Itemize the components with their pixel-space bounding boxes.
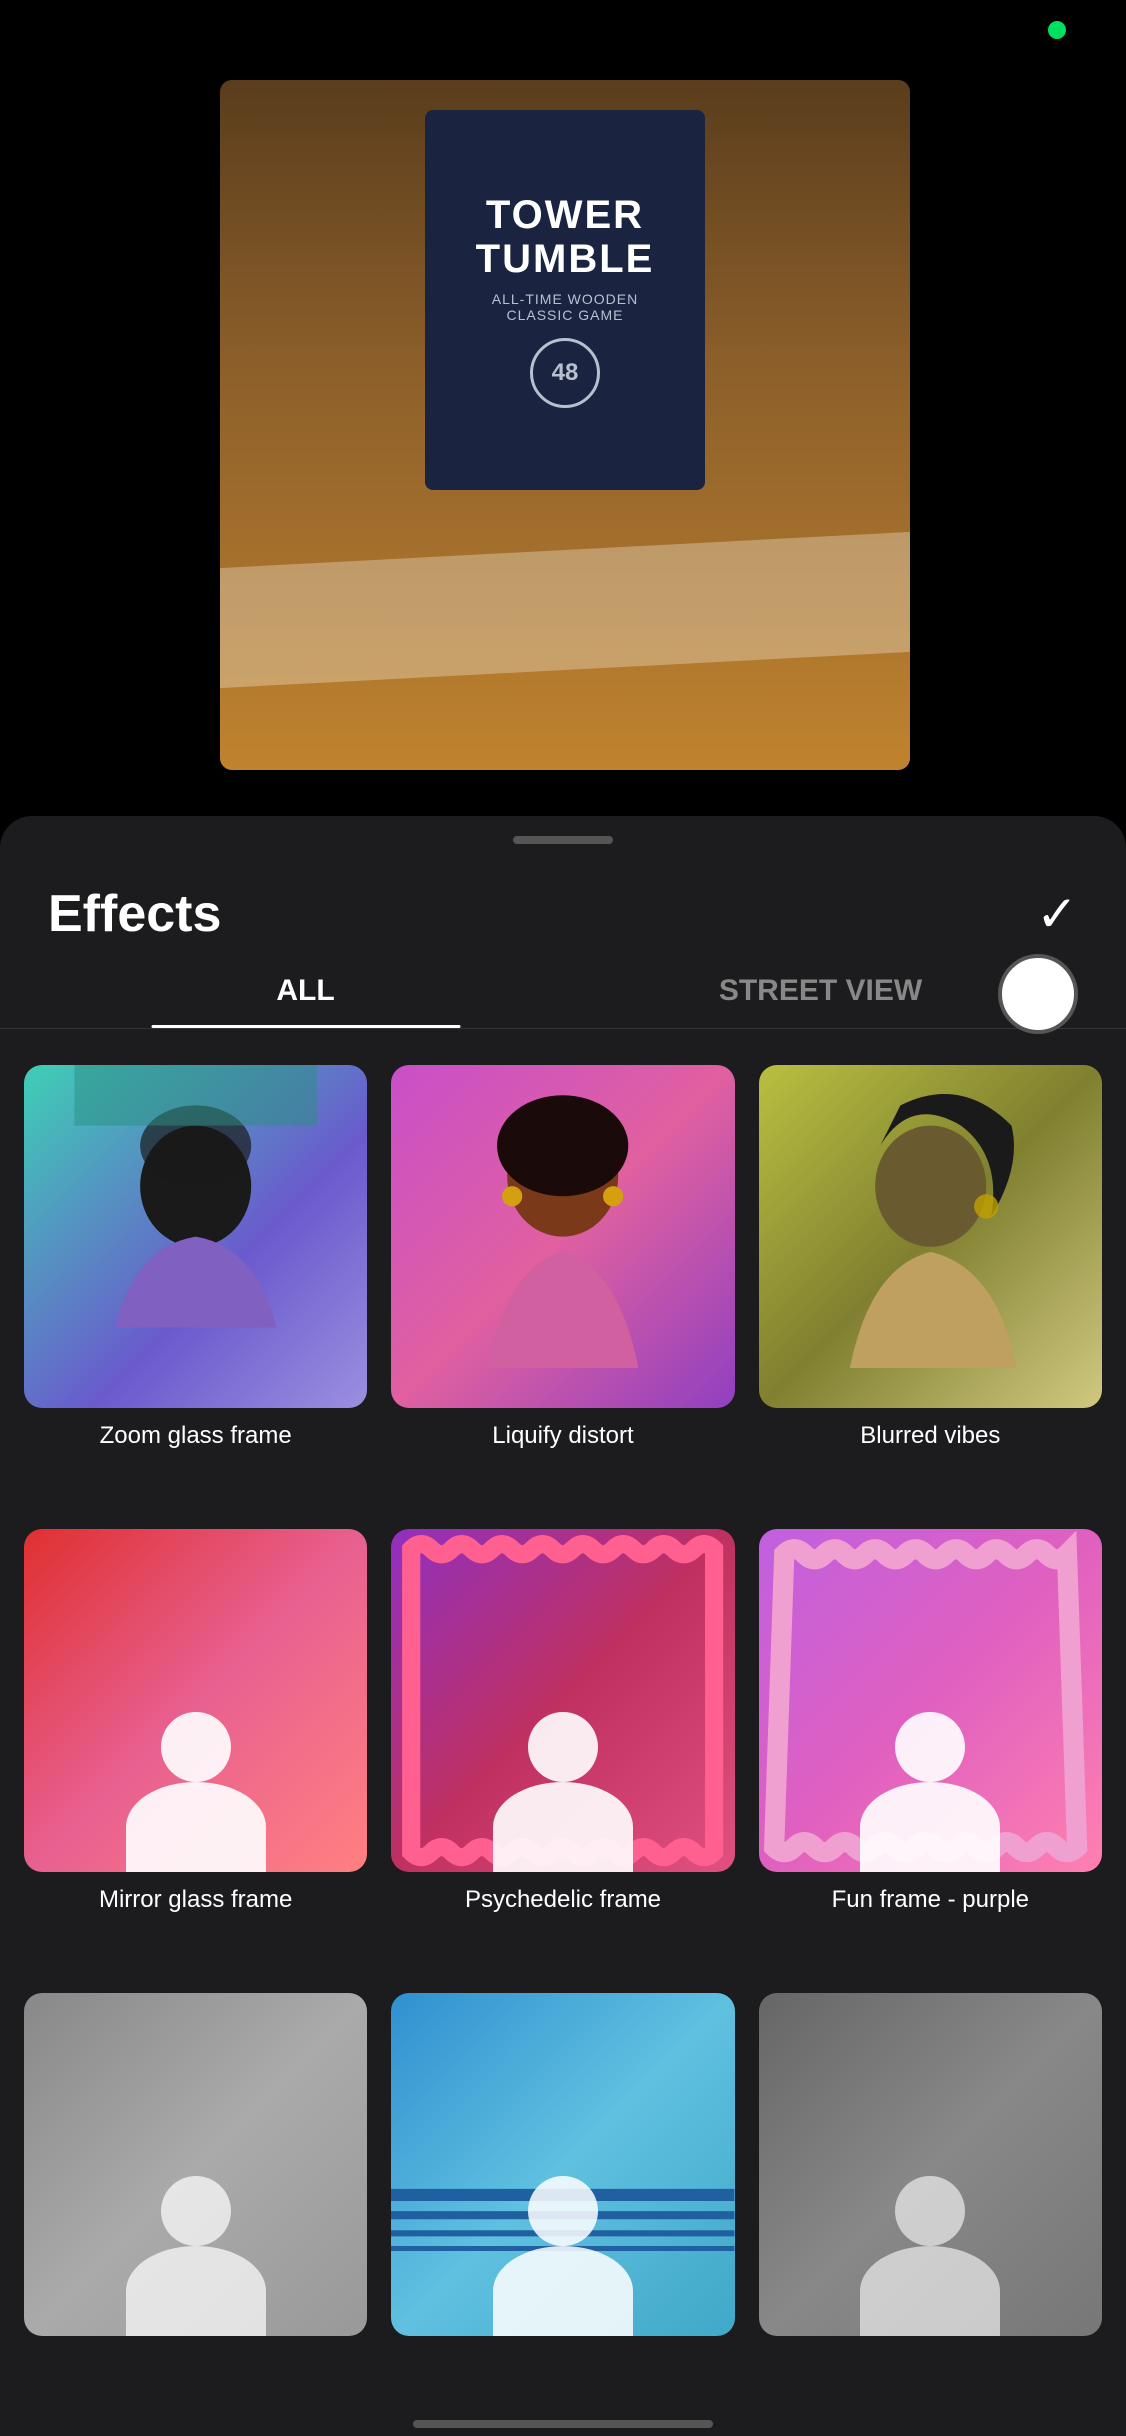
effect-fun-frame-purple[interactable]: Fun frame - purple bbox=[759, 1529, 1102, 1969]
person-body-row3b bbox=[493, 2246, 633, 2336]
effect-label-psychedelic-frame: Psychedelic frame bbox=[465, 1886, 661, 1914]
game-box-title: TOWER TUMBLE bbox=[476, 193, 655, 281]
person-silhouette-row3a bbox=[126, 2176, 266, 2336]
game-box: TOWER TUMBLE ALL-TIME WOODEN CLASSIC GAM… bbox=[425, 110, 705, 490]
effect-label-liquify-distort: Liquify distort bbox=[492, 1422, 633, 1450]
effect-thumb-row3b bbox=[391, 1993, 734, 2336]
effect-label-blurred-vibes: Blurred vibes bbox=[860, 1422, 1000, 1450]
game-box-subtitle: ALL-TIME WOODEN CLASSIC GAME bbox=[492, 291, 638, 323]
effect-psychedelic-frame[interactable]: Psychedelic frame bbox=[391, 1529, 734, 1969]
game-box-badge: 48 bbox=[530, 338, 600, 408]
person-silhouette-mirror bbox=[126, 1712, 266, 1872]
person-head-row3a bbox=[161, 2176, 231, 2246]
effect-thumb-zoom-glass bbox=[24, 1065, 367, 1408]
tabs-row: ALL STREET VIEW bbox=[0, 974, 1126, 1029]
person-head-funframe bbox=[895, 1712, 965, 1782]
person-head-psychedelic bbox=[528, 1712, 598, 1782]
paper-sheets bbox=[220, 532, 910, 688]
person-silhouette-funframe bbox=[860, 1712, 1000, 1872]
effect-thumb-psychedelic bbox=[391, 1529, 734, 1872]
effects-grid: Zoom glass frame Liquify distort bbox=[0, 1065, 1126, 2405]
person-head-row3b bbox=[528, 2176, 598, 2246]
effect-thumb-row3c bbox=[759, 1993, 1102, 2336]
effects-bottom-sheet: Effects ✓ ALL STREET VIEW bbox=[0, 816, 1126, 2436]
effect-thumb-blurred bbox=[759, 1065, 1102, 1408]
effect-mirror-glass-frame[interactable]: Mirror glass frame bbox=[24, 1529, 367, 1969]
person-silhouette-psychedelic bbox=[493, 1712, 633, 1872]
camera-image: TOWER TUMBLE ALL-TIME WOODEN CLASSIC GAM… bbox=[220, 80, 910, 770]
status-bar bbox=[0, 0, 1126, 60]
done-button[interactable]: ✓ bbox=[1036, 885, 1078, 943]
person-head-row3c bbox=[895, 2176, 965, 2246]
effect-label-zoom-glass-frame: Zoom glass frame bbox=[100, 1422, 292, 1450]
tab-all[interactable]: ALL bbox=[48, 974, 563, 1028]
effect-label-fun-frame-purple: Fun frame - purple bbox=[832, 1886, 1029, 1914]
effect-row3b[interactable] bbox=[391, 1993, 734, 2405]
effect-thumb-funframe bbox=[759, 1529, 1102, 1872]
person-silhouette-row3c bbox=[860, 2176, 1000, 2336]
person-body-row3a bbox=[126, 2246, 266, 2336]
effect-thumb-liquify bbox=[391, 1065, 734, 1408]
effect-thumb-row3a bbox=[24, 1993, 367, 2336]
effect-thumb-mirror bbox=[24, 1529, 367, 1872]
person-body-mirror bbox=[126, 1782, 266, 1872]
scroll-indicator bbox=[413, 2420, 713, 2428]
streetview-toggle[interactable] bbox=[998, 954, 1078, 1034]
effect-liquify-distort[interactable]: Liquify distort bbox=[391, 1065, 734, 1505]
effect-row3a[interactable] bbox=[24, 1993, 367, 2405]
camera-active-indicator bbox=[1048, 21, 1066, 39]
effects-header: Effects ✓ bbox=[0, 844, 1126, 974]
effects-title: Effects bbox=[48, 884, 221, 944]
camera-preview: TOWER TUMBLE ALL-TIME WOODEN CLASSIC GAM… bbox=[220, 80, 910, 770]
person-silhouette-row3b bbox=[493, 2176, 633, 2336]
effect-zoom-glass-frame[interactable]: Zoom glass frame bbox=[24, 1065, 367, 1505]
effect-blurred-vibes[interactable]: Blurred vibes bbox=[759, 1065, 1102, 1505]
effect-label-mirror-glass-frame: Mirror glass frame bbox=[99, 1886, 292, 1914]
effect-row3c[interactable] bbox=[759, 1993, 1102, 2405]
effect-illustration-blurred bbox=[759, 1065, 1102, 1408]
person-body-row3c bbox=[860, 2246, 1000, 2336]
effect-illustration-liquify bbox=[391, 1065, 734, 1408]
person-body-psychedelic bbox=[493, 1782, 633, 1872]
person-body-funframe bbox=[860, 1782, 1000, 1872]
effect-illustration-zoom-glass bbox=[24, 1065, 367, 1408]
person-head-mirror bbox=[161, 1712, 231, 1782]
drag-handle[interactable] bbox=[513, 836, 613, 844]
